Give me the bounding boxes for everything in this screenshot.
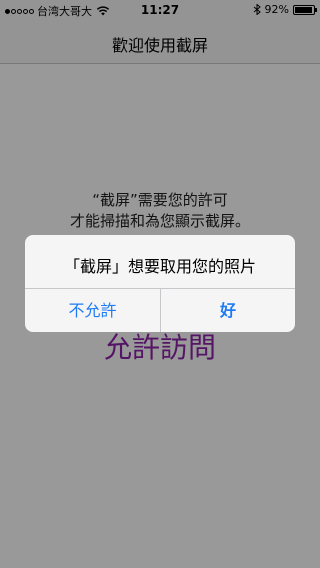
ok-button[interactable]: 好 xyxy=(160,289,295,332)
alert-title: 「截屏」想要取用您的照片 xyxy=(63,257,256,276)
permission-alert: 「截屏」想要取用您的照片 不允許 好 xyxy=(25,235,295,332)
deny-button[interactable]: 不允許 xyxy=(25,289,160,332)
